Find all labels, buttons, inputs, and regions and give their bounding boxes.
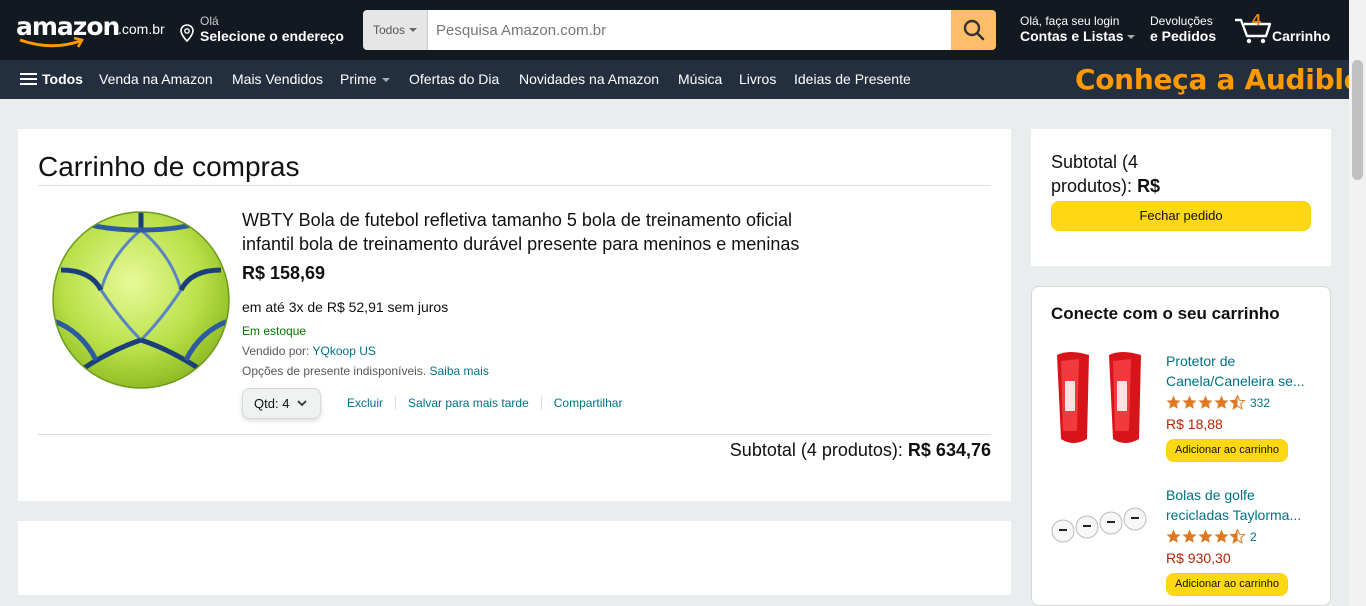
search-icon [963,19,984,41]
cart-count: 4 [1252,12,1261,29]
secondary-panel [18,521,1011,595]
star-rating[interactable]: 2 [1166,529,1257,544]
seller-link[interactable]: YQkoop US [313,344,376,358]
gift-text: Opções de presente indisponíveis. [242,364,427,378]
recommendation-item: Protetor de Canela/Caneleira se... 332 R… [1032,351,1332,462]
hamburger-icon [20,72,37,86]
delete-link[interactable]: Excluir [347,396,383,410]
orders-label: e Pedidos [1150,28,1217,44]
product-thumbnail[interactable] [1049,351,1149,451]
subtotal-label: Subtotal (4 produtos): [729,440,903,460]
product-title[interactable]: WBTY Bola de futebol refletiva tamanho 5… [242,208,842,256]
address-greeting: Olá [200,14,219,28]
account-greeting: Olá, faça seu login [1020,14,1120,28]
share-link[interactable]: Compartilhar [554,396,623,410]
search-department-select[interactable]: Todos [363,10,428,50]
audible-promo[interactable]: Conheça a Audible [1075,60,1363,99]
returns-orders[interactable]: Devoluções e Pedidos [1150,14,1216,44]
account-lists[interactable]: Olá, faça seu login Contas e Listas [1020,14,1136,44]
review-count[interactable]: 2 [1250,530,1257,544]
recommendation-price: R$ 930,30 [1166,550,1231,566]
nav-item-novidades[interactable]: Novidades na Amazon [519,71,659,87]
logo-tld: .com.br [118,21,165,37]
add-to-cart-button[interactable]: Adicionar ao carrinho [1166,439,1288,462]
cart-subtotal: Subtotal (4 produtos): R$ 634,76 [730,440,991,461]
summary-label: Subtotal (4 produtos): [1051,152,1139,196]
divider [38,434,991,435]
location-pin-icon [180,24,194,42]
save-for-later-link[interactable]: Salvar para mais tarde [408,396,529,410]
sold-by-label: Vendido por: [242,344,310,358]
subtotal-value: R$ 634,76 [907,440,991,460]
recommendation-name-line1: Protetor de [1166,353,1236,369]
cart-panel: Carrinho de compras WBTY Bola de futebol… [18,129,1011,501]
cart-link[interactable]: 4 Carrinho [1234,12,1334,48]
quantity-value: 4 [282,396,290,411]
all-menu-label: Todos [42,71,83,87]
scrollbar-thumb[interactable] [1352,60,1363,180]
recommendation-name[interactable]: Protetor de Canela/Caneleira se... [1166,351,1311,391]
chevron-down-icon [297,400,308,407]
divider [540,396,542,410]
returns-label: Devoluções [1150,14,1213,28]
address-action: Selecione o endereço [200,28,344,44]
recommendation-name[interactable]: Bolas de golfe recicladas Taylorma... [1166,485,1311,525]
recommendation-price: R$ 18,88 [1166,416,1223,432]
item-actions: Excluir Salvar para mais tarde Compartil… [347,396,622,410]
top-nav: amazon .com.br Olá Selecione o endereço … [0,0,1366,60]
gift-info: Opções de presente indisponíveis. Saiba … [242,364,489,378]
review-count[interactable]: 332 [1250,396,1270,410]
cart-label: Carrinho [1272,28,1331,44]
product-image[interactable] [51,210,231,390]
caret-down-icon [409,28,418,32]
page-scrollbar[interactable] [1349,0,1366,606]
star-rating-icon [1166,395,1246,410]
nav-item-mais-vendidos[interactable]: Mais Vendidos [232,71,323,87]
nav-item-ofertas[interactable]: Ofertas do Dia [409,71,499,87]
recommendations-title: Conecte com o seu carrinho [1051,304,1280,323]
search-button[interactable] [951,10,996,50]
recommendation-item: Bolas de golfe recicladas Taylorma... 2 … [1032,485,1332,596]
quantity-select[interactable]: Qtd: 4 [242,388,321,419]
amazon-logo[interactable]: amazon .com.br [16,10,166,50]
account-label: Contas e Listas [1020,28,1124,44]
star-rating-icon [1166,529,1246,544]
nav-item-prime-label: Prime [340,71,377,87]
nav-item-livros[interactable]: Livros [739,71,776,87]
recommendation-name-line1: Bolas de golfe [1166,487,1255,503]
recommendation-name-line2: Canela/Caneleira se... [1166,373,1305,389]
product-price: R$ 158,69 [242,263,326,283]
caret-down-icon [381,78,390,83]
caret-down-icon [1127,35,1136,40]
page-title: Carrinho de compras [38,151,300,182]
all-menu-button[interactable]: Todos [20,71,83,87]
sub-nav: Todos Venda na Amazon Mais Vendidos Prim… [0,60,1366,99]
star-rating[interactable]: 332 [1166,395,1270,410]
search-input[interactable] [428,10,951,50]
seller-info: Vendido por: YQkoop US [242,344,376,358]
divider [395,396,397,410]
installments-text: em até 3x de R$ 52,91 sem juros [242,299,449,315]
smile-arrow-icon [19,37,84,48]
stock-status: Em estoque [242,324,307,338]
nav-item-prime[interactable]: Prime [340,71,390,87]
search-department-label: Todos [372,23,406,37]
nav-item-venda[interactable]: Venda na Amazon [99,71,213,87]
gift-learn-more-link[interactable]: Saiba mais [429,364,488,378]
recommendations-panel: Conecte com o seu carrinho Protetor de C… [1031,286,1331,606]
quantity-label: Qtd: [254,396,279,411]
add-to-cart-button[interactable]: Adicionar ao carrinho [1166,573,1288,596]
nav-item-ideias[interactable]: Ideias de Presente [794,71,911,87]
order-summary: Subtotal (4 produtos): R$ 634,76 Fechar … [1031,129,1331,266]
nav-item-musica[interactable]: Música [678,71,722,87]
checkout-button[interactable]: Fechar pedido [1051,201,1311,231]
divider [38,185,991,186]
product-thumbnail[interactable] [1049,485,1149,585]
search-bar: Todos [363,10,996,50]
recommendation-name-line2: recicladas Taylorma... [1166,507,1302,523]
